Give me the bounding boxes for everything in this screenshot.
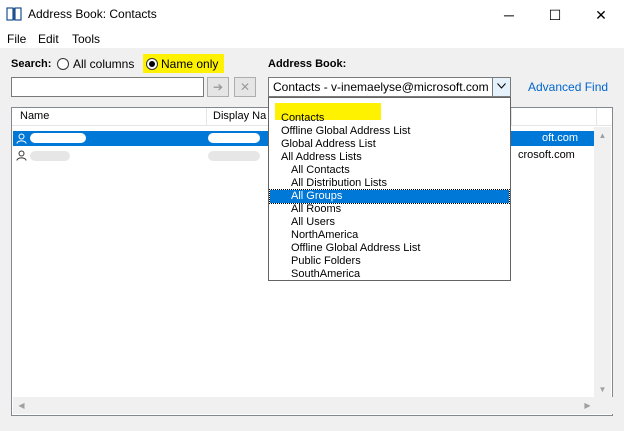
search-input[interactable] bbox=[11, 77, 204, 97]
row-email: oft.com bbox=[542, 132, 579, 144]
dropdown-option[interactable]: All Users bbox=[270, 216, 509, 229]
dropdown-option[interactable]: NorthAmerica bbox=[270, 229, 509, 242]
vertical-scrollbar[interactable]: ▲ ▼ bbox=[594, 127, 611, 398]
redacted-name bbox=[30, 133, 86, 143]
radio-name-only-label[interactable]: Name only bbox=[161, 57, 218, 71]
dropdown-option[interactable]: Public Folders bbox=[270, 255, 509, 268]
minimize-button[interactable]: ─ bbox=[486, 0, 532, 30]
column-header-name[interactable]: Name bbox=[20, 110, 49, 122]
radio-all-columns[interactable] bbox=[57, 58, 69, 70]
dropdown-option[interactable]: Offline Global Address List bbox=[270, 125, 509, 138]
dropdown-option[interactable]: SouthAmerica bbox=[270, 268, 509, 281]
horizontal-scrollbar[interactable]: ◀ ▶ bbox=[13, 397, 613, 414]
address-book-dropdown[interactable]: Contacts Offline Global Address List Globa… bbox=[268, 97, 511, 281]
close-window-button[interactable]: ✕ bbox=[578, 0, 624, 30]
dropdown-option[interactable]: Global Address List bbox=[270, 138, 509, 151]
address-book-select[interactable]: Contacts - v-inemaelyse@microsoft.com bbox=[268, 77, 511, 97]
radio-all-columns-label[interactable]: All columns bbox=[73, 57, 134, 71]
window-title: Address Book: Contacts bbox=[28, 7, 157, 21]
clear-search-button[interactable]: ✕ bbox=[234, 77, 256, 97]
dropdown-option[interactable]: All Distribution Lists bbox=[270, 177, 509, 190]
maximize-button[interactable]: ☐ bbox=[532, 0, 578, 30]
column-divider[interactable] bbox=[511, 108, 512, 126]
column-divider[interactable] bbox=[596, 108, 597, 126]
go-button[interactable]: ➔ bbox=[207, 77, 229, 97]
advanced-find-link[interactable]: Advanced Find bbox=[528, 80, 608, 94]
redacted-display-name bbox=[208, 151, 260, 161]
dropdown-option[interactable]: All Rooms bbox=[270, 203, 509, 216]
column-divider[interactable] bbox=[206, 108, 207, 126]
search-label: Search: bbox=[11, 58, 52, 70]
dropdown-option[interactable]: Contacts bbox=[270, 112, 509, 125]
address-book-icon bbox=[6, 7, 22, 21]
scroll-left-icon[interactable]: ◀ bbox=[13, 397, 30, 414]
menu-tools[interactable]: Tools bbox=[72, 32, 100, 46]
scroll-up-icon[interactable]: ▲ bbox=[594, 127, 611, 144]
row-email: crosoft.com bbox=[518, 149, 575, 161]
redacted-display-name bbox=[208, 133, 260, 143]
chevron-down-icon[interactable] bbox=[492, 78, 510, 96]
arrow-right-icon: ➔ bbox=[212, 80, 224, 94]
person-icon bbox=[16, 133, 27, 144]
menu-bar: File Edit Tools bbox=[0, 30, 624, 48]
dropdown-option[interactable]: Offline Global Address List bbox=[270, 242, 509, 255]
close-icon: ✕ bbox=[239, 80, 251, 94]
dropdown-option[interactable]: All Groups bbox=[269, 189, 510, 204]
scroll-down-icon[interactable]: ▼ bbox=[594, 381, 611, 398]
title-bar: Address Book: Contacts ─ ☐ ✕ bbox=[0, 0, 624, 30]
scroll-right-icon[interactable]: ▶ bbox=[579, 397, 596, 414]
person-icon bbox=[16, 150, 27, 161]
dropdown-option[interactable]: All Address Lists bbox=[270, 151, 509, 164]
redacted-name bbox=[30, 151, 70, 161]
radio-name-only[interactable] bbox=[146, 58, 158, 70]
menu-file[interactable]: File bbox=[7, 32, 26, 46]
address-book-select-value: Contacts - v-inemaelyse@microsoft.com bbox=[273, 80, 489, 94]
menu-edit[interactable]: Edit bbox=[38, 32, 59, 46]
dropdown-option[interactable]: All Contacts bbox=[270, 164, 509, 177]
column-header-display-name[interactable]: Display Na bbox=[213, 110, 266, 122]
address-book-label: Address Book: bbox=[268, 58, 347, 70]
